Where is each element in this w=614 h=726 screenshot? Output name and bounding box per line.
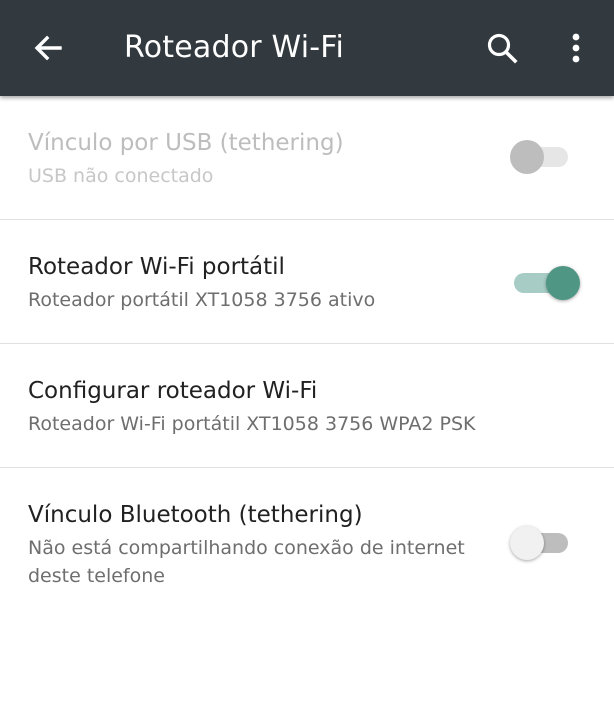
setting-bluetooth-tethering[interactable]: Vínculo Bluetooth (tethering) Não está c… bbox=[0, 468, 614, 608]
arrow-back-icon[interactable] bbox=[26, 26, 70, 70]
setting-label: Vínculo Bluetooth (tethering) bbox=[28, 502, 363, 528]
page-title: Roteador Wi-Fi bbox=[124, 30, 345, 65]
portable-hotspot-toggle[interactable] bbox=[510, 262, 580, 302]
more-vert-icon[interactable] bbox=[554, 26, 598, 70]
setting-summary: Roteador portátil XT1058 3756 ativo bbox=[28, 289, 376, 311]
settings-list: Vínculo por USB (tethering) USB não cone… bbox=[0, 96, 614, 608]
toggle-thumb bbox=[510, 526, 544, 560]
app-bar: Roteador Wi-Fi bbox=[0, 0, 614, 96]
toggle-thumb bbox=[510, 140, 544, 174]
search-icon[interactable] bbox=[480, 26, 524, 70]
setting-summary: Não está compartilhando conexão de inter… bbox=[28, 537, 465, 587]
setting-label: Configurar roteador Wi-Fi bbox=[28, 378, 318, 404]
setting-label: Vínculo por USB (tethering) bbox=[28, 130, 344, 156]
toggle-thumb bbox=[546, 266, 580, 300]
setting-usb-tethering: Vínculo por USB (tethering) USB não cone… bbox=[0, 96, 614, 220]
setting-summary: USB não conectado bbox=[28, 165, 214, 187]
setting-summary: Roteador Wi-Fi portátil XT1058 3756 WPA2… bbox=[28, 413, 476, 435]
usb-tethering-toggle bbox=[510, 136, 572, 176]
bluetooth-tethering-toggle[interactable] bbox=[510, 522, 572, 562]
setting-portable-hotspot[interactable]: Roteador Wi-Fi portátil Roteador portáti… bbox=[0, 220, 614, 344]
setting-configure-hotspot[interactable]: Configurar roteador Wi-Fi Roteador Wi-Fi… bbox=[0, 344, 614, 468]
setting-label: Roteador Wi-Fi portátil bbox=[28, 254, 285, 280]
